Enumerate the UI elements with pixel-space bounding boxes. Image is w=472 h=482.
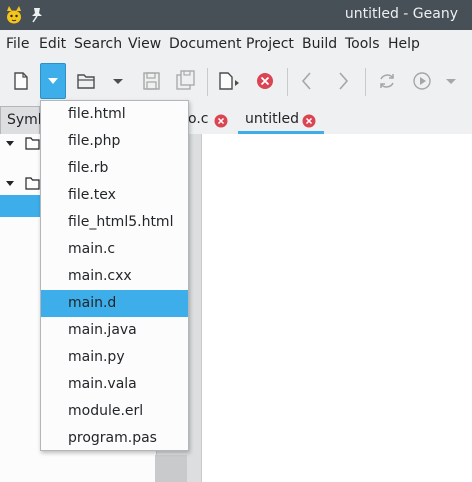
folder-icon	[25, 177, 40, 190]
save-all-button[interactable]	[174, 67, 198, 95]
menu-document[interactable]: Document	[169, 36, 242, 52]
menu-tools[interactable]: Tools	[345, 36, 380, 52]
open-recent-dropdown[interactable]	[108, 67, 128, 95]
compile-button[interactable]	[375, 67, 399, 95]
toolbar-separator	[207, 68, 208, 96]
execute-button[interactable]	[411, 67, 433, 95]
navigate-back-button[interactable]	[297, 67, 317, 95]
folder-open-icon	[77, 74, 95, 89]
pin-icon[interactable]	[30, 7, 44, 23]
tab-label: o.c	[188, 111, 209, 127]
chevron-down-icon	[48, 78, 58, 84]
menu-item-main-vala[interactable]: main.vala	[41, 371, 188, 398]
toolbar	[0, 58, 472, 104]
save-icon	[143, 72, 160, 90]
scrollbar[interactable]	[155, 455, 187, 482]
toolbar-separator	[287, 68, 288, 96]
chevron-right-icon	[339, 72, 349, 90]
navigate-forward-button[interactable]	[333, 67, 353, 95]
menu-item-file-html[interactable]: file.html	[41, 101, 188, 128]
geany-app-icon[interactable]	[4, 5, 24, 25]
menu-help[interactable]: Help	[388, 36, 420, 52]
tab-close-icon[interactable]	[302, 114, 316, 128]
save-all-icon	[176, 70, 195, 90]
menu-item-file-tex[interactable]: file.tex	[41, 182, 188, 209]
title-bar: untitled - Geany	[0, 0, 472, 30]
menu-item-main-d[interactable]: main.d	[41, 290, 188, 317]
menu-bar: File Edit Search View Document Project B…	[0, 30, 472, 58]
sidebar-tab-symbols[interactable]: Symb	[0, 106, 47, 134]
menu-item-file-html5[interactable]: file_html5.html	[41, 209, 188, 236]
close-document-button[interactable]	[254, 67, 276, 95]
chevron-down-icon	[113, 79, 123, 84]
menu-edit[interactable]: Edit	[39, 36, 66, 52]
chevron-down-icon	[446, 79, 456, 84]
menu-file[interactable]: File	[6, 36, 29, 52]
revert-button[interactable]	[216, 67, 242, 95]
toolbar-separator	[365, 68, 366, 96]
new-from-template-menu: file.html file.php file.rb file.tex file…	[40, 100, 189, 451]
execute-dropdown[interactable]	[443, 67, 459, 95]
menu-item-main-c[interactable]: main.c	[41, 236, 188, 263]
new-from-template-dropdown-button[interactable]	[40, 63, 66, 99]
menu-search[interactable]: Search	[74, 36, 122, 52]
menu-item-file-php[interactable]: file.php	[41, 128, 188, 155]
refresh-icon	[380, 74, 394, 88]
expander-down-icon	[6, 181, 14, 186]
tab-close-icon[interactable]	[214, 114, 228, 128]
save-button[interactable]	[140, 67, 162, 95]
tab-label: untitled	[245, 111, 300, 127]
tab-untitled[interactable]: untitled	[238, 106, 324, 134]
window-title: untitled - Geany	[344, 6, 458, 22]
menu-view[interactable]: View	[128, 36, 161, 52]
menu-item-module-erl[interactable]: module.erl	[41, 398, 188, 425]
new-file-icon	[14, 72, 28, 90]
menu-item-main-cxx[interactable]: main.cxx	[41, 263, 188, 290]
new-file-button[interactable]	[10, 67, 32, 95]
folder-icon	[25, 137, 40, 150]
document-revert-icon	[219, 72, 239, 90]
menu-item-file-rb[interactable]: file.rb	[41, 155, 188, 182]
menu-project[interactable]: Project	[246, 36, 294, 52]
editor-area[interactable]	[201, 134, 472, 482]
expander-down-icon	[6, 141, 14, 146]
close-icon	[257, 73, 273, 89]
open-file-button[interactable]	[74, 67, 98, 95]
menu-item-main-py[interactable]: main.py	[41, 344, 188, 371]
chevron-left-icon	[301, 72, 311, 90]
menu-item-program-pas[interactable]: program.pas	[41, 425, 188, 452]
menu-build[interactable]: Build	[302, 36, 337, 52]
menu-item-main-java[interactable]: main.java	[41, 317, 188, 344]
play-icon	[413, 72, 431, 90]
